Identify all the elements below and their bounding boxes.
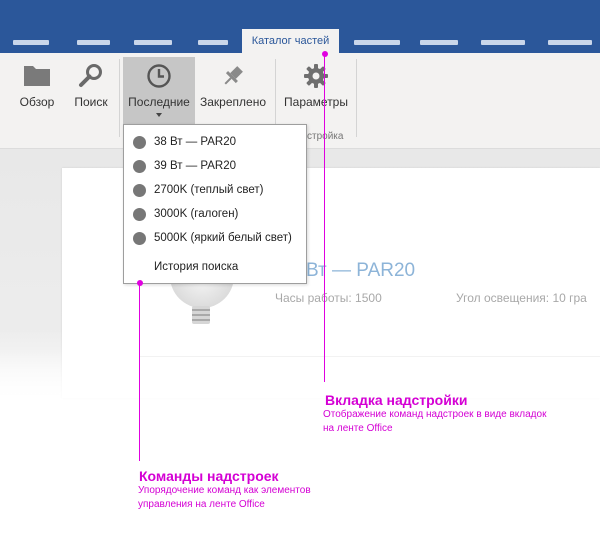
addin-commands-callout-desc-line: Упорядочение команд как элементов	[138, 485, 311, 496]
settings-label: Параметры	[284, 95, 348, 109]
search-button[interactable]: Поиск	[66, 57, 116, 124]
addin-tab-callout-desc: Отображение команд надстроек в виде вкла…	[323, 408, 593, 436]
ribbon-separator	[356, 59, 357, 137]
item-bullet-icon	[133, 160, 146, 173]
dropdown-item[interactable]: 5000K (яркий белый свет)	[124, 227, 306, 251]
ribbon-separator	[119, 59, 120, 137]
callout-marker	[137, 280, 143, 286]
dropdown-item-label: 2700K (теплый свет)	[154, 184, 264, 196]
recent-label: Последние	[128, 95, 190, 109]
pinned-label: Закреплено	[200, 95, 266, 109]
tab-placeholder[interactable]	[548, 40, 592, 45]
ribbon-group-label: стройка	[307, 131, 344, 142]
title-bar: Каталог частей	[0, 0, 600, 53]
dropdown-item-label: 3000K (галоген)	[154, 208, 239, 220]
dropdown-item[interactable]: 39 Вт — PAR20	[124, 155, 306, 179]
dropdown-item[interactable]: 38 Вт — PAR20	[124, 131, 306, 155]
bulb-base-image	[192, 306, 210, 324]
tab-placeholder[interactable]	[13, 40, 49, 45]
pin-icon	[220, 63, 246, 92]
tab-placeholder[interactable]	[481, 40, 525, 45]
recent-dropdown: 38 Вт — PAR20 39 Вт — PAR20 2700K (теплы…	[123, 124, 307, 284]
search-icon	[78, 63, 104, 92]
settings-button[interactable]: Параметры	[280, 57, 352, 124]
tab-placeholder[interactable]	[354, 40, 400, 45]
callout-line	[139, 283, 140, 461]
addin-tab-callout-desc-line: на ленте Office	[323, 423, 393, 434]
addin-commands-callout-desc-line: управления на ленте Office	[138, 499, 265, 510]
search-label: Поиск	[74, 95, 108, 109]
callout-line	[324, 54, 325, 382]
callout-marker	[322, 51, 328, 57]
folder-icon	[23, 63, 51, 90]
clock-icon	[146, 63, 172, 92]
chevron-down-icon	[156, 113, 162, 117]
part-title: Вт — PAR20	[306, 260, 416, 281]
tab-part-catalog[interactable]: Каталог частей	[242, 29, 339, 53]
dropdown-item-label: 38 Вт — PAR20	[154, 136, 237, 148]
dropdown-item-label: 39 Вт — PAR20	[154, 160, 237, 172]
dropdown-item[interactable]: 2700K (теплый свет)	[124, 179, 306, 203]
browse-label: Обзор	[19, 95, 55, 109]
search-history-label: История поиска	[154, 261, 239, 273]
item-bullet-icon	[133, 136, 146, 149]
hours-label: Часы работы: 1500	[275, 291, 382, 305]
addin-tab-callout-desc-line: Отображение команд надстроек в виде вкла…	[323, 409, 547, 420]
tab-placeholder[interactable]	[420, 40, 458, 45]
item-bullet-icon	[133, 184, 146, 197]
browse-button[interactable]: Обзор	[12, 57, 62, 124]
item-bullet-icon	[133, 208, 146, 221]
item-bullet-icon	[133, 232, 146, 245]
tab-placeholder[interactable]	[77, 40, 110, 45]
dropdown-item-label: 5000K (яркий белый свет)	[154, 232, 292, 244]
pinned-button[interactable]: Закреплено	[197, 57, 269, 124]
beam-angle-label: Угол освещения: 10 гра	[456, 291, 587, 305]
tab-placeholder[interactable]	[134, 40, 172, 45]
addin-commands-callout-desc: Упорядочение команд как элементов управл…	[138, 484, 398, 512]
addin-tab-callout-title: Вкладка надстройки	[325, 392, 468, 408]
addin-commands-callout-title: Команды надстроек	[139, 468, 279, 484]
search-history-item[interactable]: История поиска	[124, 256, 306, 280]
dropdown-item[interactable]: 3000K (галоген)	[124, 203, 306, 227]
gear-icon	[303, 63, 329, 92]
recent-button[interactable]: Последние	[123, 57, 195, 127]
tab-placeholder[interactable]	[198, 40, 228, 45]
